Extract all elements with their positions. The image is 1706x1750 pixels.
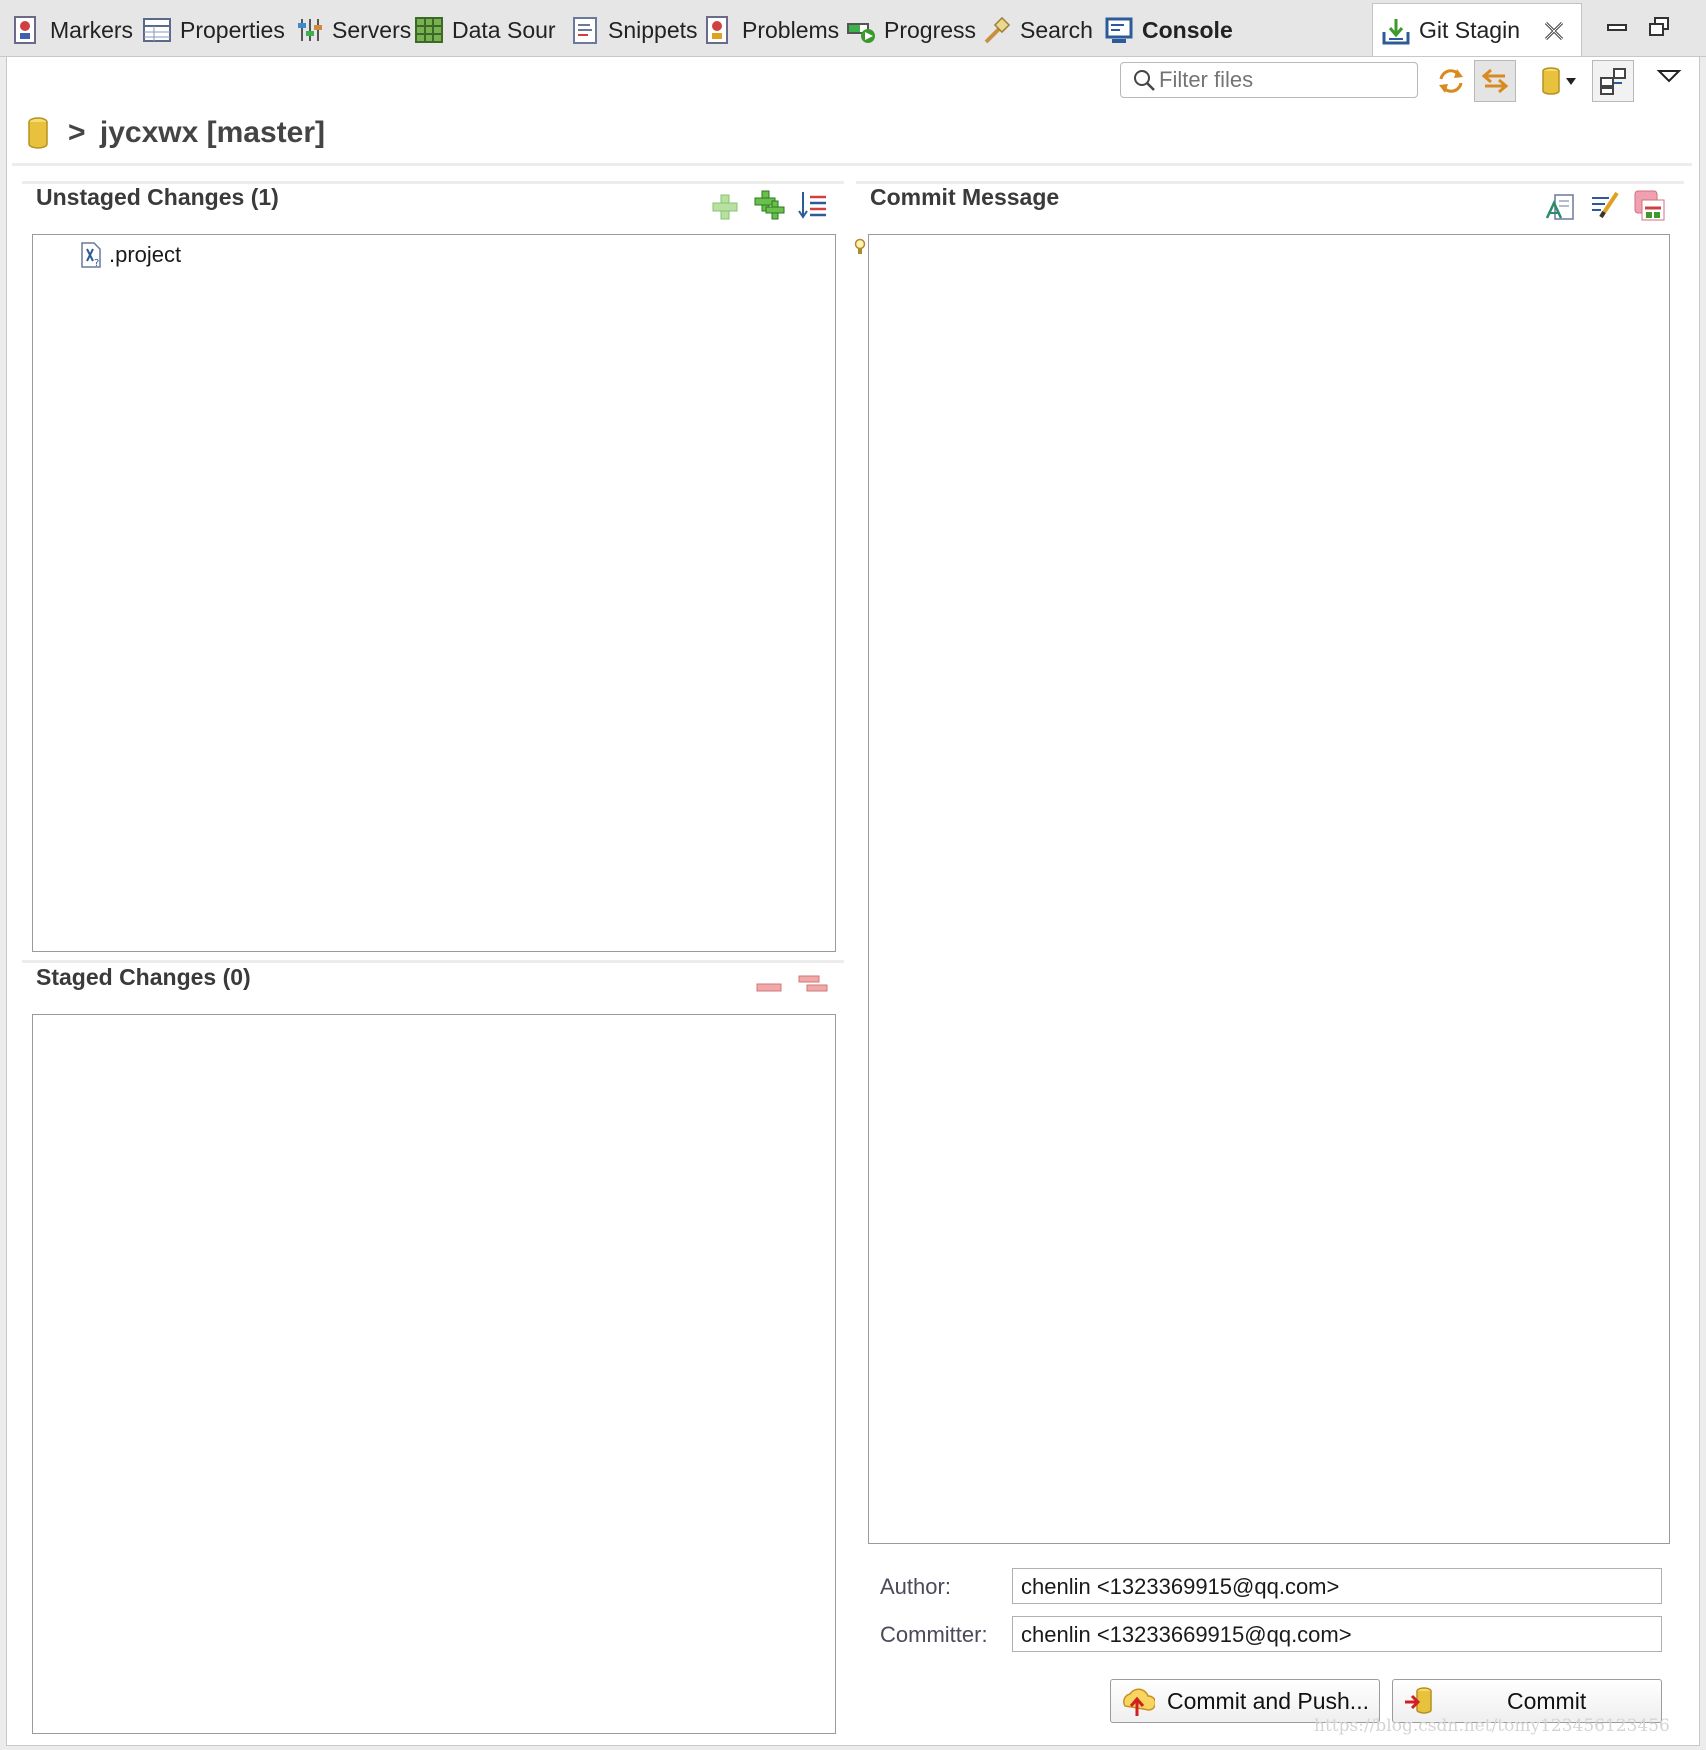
tab-progress[interactable]: Progress: [846, 4, 976, 56]
author-label: Author:: [880, 1574, 951, 1599]
tab-properties[interactable]: Properties: [142, 4, 285, 56]
tab-label: Data Sour: [452, 16, 556, 43]
amend-icon[interactable]: [1588, 188, 1622, 222]
repository-header-icon: [24, 114, 56, 154]
refresh-icon[interactable]: [1434, 64, 1468, 98]
author-field[interactable]: chenlin <1323369915@qq.com>: [1012, 1568, 1662, 1604]
unstaged-title: Unstaged Changes (1): [36, 184, 279, 210]
unstaged-file-list[interactable]: ? .project: [32, 234, 836, 952]
progress-icon: [846, 15, 876, 45]
list-item[interactable]: ? .project: [79, 239, 181, 271]
staged-file-list[interactable]: [32, 1014, 836, 1734]
tab-servers[interactable]: Servers: [294, 4, 411, 56]
unstage-selected-icon[interactable]: [752, 970, 786, 1004]
data-source-icon: [414, 15, 444, 45]
search-icon: [1131, 67, 1157, 93]
properties-icon: [142, 15, 172, 45]
markers-icon: [12, 15, 42, 45]
add-signed-off-by-icon[interactable]: [1544, 190, 1578, 224]
repo-breadcrumb: > jycxwx [master]: [68, 116, 325, 150]
committer-field[interactable]: chenlin <13233669915@qq.com>: [1012, 1616, 1662, 1652]
push-upload-icon: [1121, 1684, 1157, 1718]
button-label: Commit: [1507, 1687, 1587, 1714]
tab-label: Git Stagin: [1419, 17, 1520, 43]
tab-snippets[interactable]: Snippets: [570, 4, 698, 56]
minimize-view-icon[interactable]: [1600, 10, 1634, 44]
problems-icon: [704, 15, 734, 45]
file-name: .project: [109, 242, 182, 267]
search-tool-icon: [982, 15, 1012, 45]
commit-repo-icon: [1403, 1684, 1437, 1718]
maximize-view-icon[interactable]: [1642, 10, 1676, 44]
commit-message-title: Commit Message: [870, 184, 1060, 210]
tab-label: Markers: [50, 16, 134, 43]
view-tab-bar: Markers Properties Servers Data Sour Sni…: [0, 0, 1706, 57]
breadcrumb-arrow: >: [68, 116, 86, 149]
tab-search[interactable]: Search: [982, 4, 1093, 56]
section-divider: [22, 960, 844, 963]
stage-all-icon[interactable]: [752, 188, 786, 222]
stage-selected-icon[interactable]: [708, 190, 742, 224]
git-staging-icon: [1381, 16, 1411, 46]
chevron-down-icon[interactable]: [1562, 64, 1580, 98]
servers-icon: [294, 15, 324, 45]
tab-data-source[interactable]: Data Sour: [414, 4, 556, 56]
tab-label: Search: [1020, 16, 1093, 43]
unstage-all-icon[interactable]: [796, 968, 830, 1002]
tab-markers[interactable]: Markers: [12, 4, 133, 56]
watermark-text: https://blog.csdn.net/tomy123456123456: [1314, 1716, 1670, 1736]
filter-files-box[interactable]: [1120, 62, 1418, 98]
tab-label: Problems: [742, 16, 840, 43]
tab-console[interactable]: Console: [1104, 4, 1233, 56]
tab-label: Servers: [332, 16, 412, 43]
tab-label: Snippets: [608, 16, 698, 43]
link-with-selection-icon[interactable]: [1474, 60, 1516, 102]
console-icon: [1104, 15, 1134, 45]
repo-name: jycxwx [master]: [99, 116, 325, 149]
xml-file-icon: ?: [79, 241, 103, 269]
tab-label: Progress: [884, 16, 977, 43]
presentation-icon[interactable]: [796, 188, 830, 222]
content-assist-bulb-icon: [854, 238, 866, 256]
tab-label: Properties: [180, 16, 285, 43]
header-divider: [12, 163, 1692, 166]
tab-label: Console: [1142, 16, 1233, 43]
close-tab-icon[interactable]: [1542, 19, 1566, 43]
committer-label: Committer:: [880, 1622, 988, 1647]
filter-files-input[interactable]: [1157, 66, 1401, 94]
add-change-id-icon[interactable]: [1632, 188, 1666, 222]
tab-problems[interactable]: Problems: [704, 4, 839, 56]
layout-toggle-icon[interactable]: [1592, 60, 1634, 102]
button-label: Commit and Push...: [1167, 1687, 1369, 1714]
tab-git-staging[interactable]: Git Stagin: [1372, 3, 1582, 57]
staged-title: Staged Changes (0): [36, 964, 251, 990]
svg-text:?: ?: [94, 258, 99, 269]
commit-message-input[interactable]: [868, 234, 1670, 1544]
view-menu-icon[interactable]: [1652, 60, 1686, 94]
snippets-icon: [570, 15, 600, 45]
